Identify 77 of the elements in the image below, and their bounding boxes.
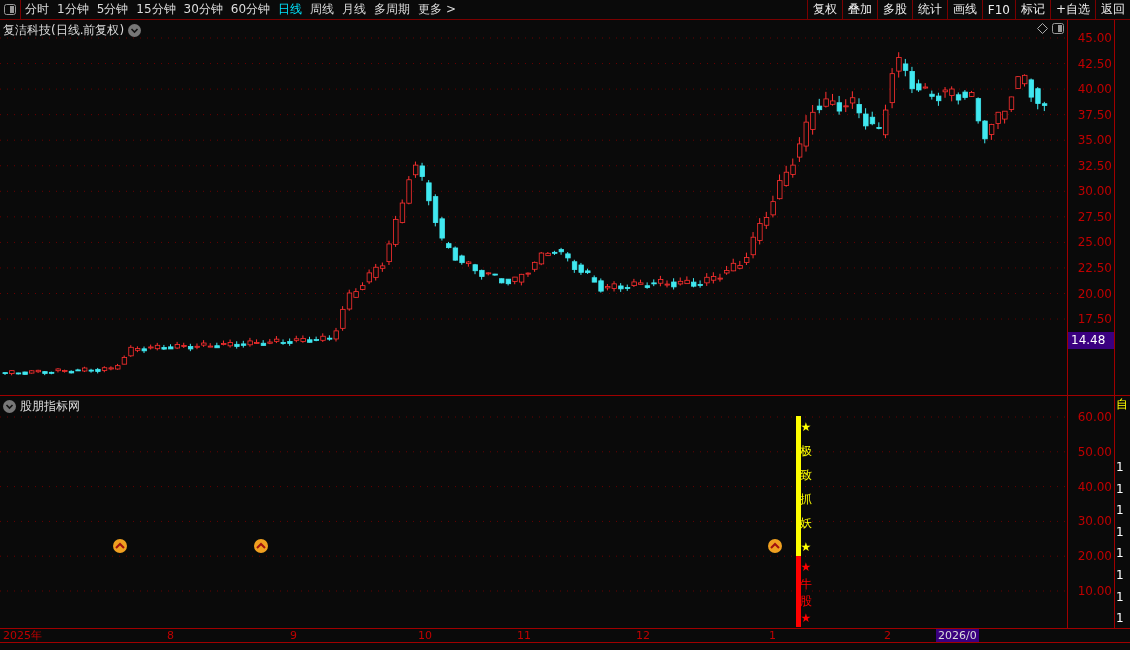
axis-label: 50.00 (1077, 444, 1112, 459)
toolbar-button[interactable]: 标记 (1014, 0, 1050, 19)
toolbar-button[interactable]: +自选 (1049, 0, 1095, 19)
period-tab[interactable]: 15分钟 (132, 0, 180, 19)
period-tab[interactable]: 分时 (21, 0, 53, 19)
period-tab[interactable]: 5分钟 (92, 0, 133, 19)
period-tab[interactable]: 多周期 (370, 0, 415, 19)
axis-label: 40.00 (1077, 82, 1112, 97)
signal-mark: ★ (799, 540, 813, 554)
side-value: 1 (1116, 589, 1124, 604)
diamond-icon[interactable] (1037, 23, 1048, 34)
period-tab[interactable]: 30分钟 (179, 0, 227, 19)
axis-label: 60.00 (1077, 410, 1112, 424)
axis-label: 45.00 (1077, 31, 1112, 45)
chart-title: 复洁科技(日线.前复权) (3, 22, 125, 39)
period-tab[interactable]: 1分钟 (53, 0, 93, 19)
side-value: 1 (1116, 460, 1124, 474)
date-label: 1 (769, 629, 776, 642)
axis-label: 22.50 (1077, 260, 1112, 275)
date-label: 9 (290, 629, 297, 642)
up-chevron-icon (768, 539, 782, 553)
axis-label: 20.00 (1077, 286, 1112, 301)
side-header: 自 (1116, 397, 1128, 411)
toolbar-button[interactable]: 统计 (911, 0, 947, 19)
signal-mark: 妖 (799, 516, 813, 530)
toolbar-button[interactable]: 画线 (946, 0, 982, 19)
signal-mark: ★ (799, 611, 813, 625)
axis-label: 25.00 (1077, 235, 1112, 250)
axis-label: 30.00 (1077, 514, 1112, 529)
date-label: 12 (636, 629, 650, 642)
toolbar-button[interactable]: 叠加 (841, 0, 877, 19)
signal-mark: 极 (799, 444, 813, 458)
signal-mark: 牛 (799, 577, 813, 591)
period-tab[interactable]: 更多 > (414, 0, 460, 19)
signal-mark: 抓 (799, 492, 813, 506)
date-label: 2 (884, 629, 891, 642)
axis-label: 40.00 (1077, 479, 1112, 494)
side-value: 1 (1116, 524, 1124, 539)
panel-toggle-icon[interactable] (1052, 23, 1064, 34)
period-tab[interactable]: 60分钟 (226, 0, 275, 19)
up-chevron-icon (254, 539, 268, 553)
date-label: 11 (517, 629, 531, 642)
signal-mark: ★ (799, 420, 813, 434)
signal-mark: ★ (799, 560, 813, 574)
axis-label: 37.50 (1077, 107, 1112, 122)
date-label: 10 (418, 629, 432, 642)
chevron-down-icon[interactable] (128, 24, 142, 37)
toolbar-button[interactable]: F10 (981, 0, 1015, 19)
date-label: 2025年 (3, 629, 42, 642)
current-date-label: 2026/0 (936, 629, 979, 642)
panel-toggle-icon[interactable] (4, 4, 16, 15)
date-label: 8 (167, 629, 174, 642)
last-price-label: 14.48 (1068, 332, 1114, 349)
axis-label: 10.00 (1077, 584, 1112, 598)
side-value: 1 (1116, 546, 1124, 561)
axis-label: 20.00 (1077, 549, 1112, 564)
side-value: 1 (1116, 481, 1124, 496)
toolbar-button[interactable]: 返回 (1095, 0, 1130, 19)
signal-mark: 股 (799, 594, 813, 608)
period-tab[interactable]: 日线 (274, 0, 307, 19)
axis-label: 32.50 (1077, 158, 1112, 173)
indicator-title: 股朋指标网 (20, 398, 80, 415)
toolbar-button[interactable]: 多股 (876, 0, 912, 19)
axis-label: 17.50 (1077, 312, 1112, 327)
toolbar-button[interactable]: 复权 (806, 0, 842, 19)
period-tab[interactable]: 周线 (306, 0, 339, 19)
side-value: 1 (1116, 611, 1124, 626)
axis-label: 27.50 (1077, 209, 1112, 224)
chevron-down-icon[interactable] (3, 400, 16, 413)
up-chevron-icon (113, 539, 127, 553)
side-value: 1 (1116, 568, 1124, 582)
side-value: 1 (1116, 503, 1124, 518)
signal-mark: 致 (799, 468, 813, 482)
period-tab[interactable]: 月线 (338, 0, 371, 19)
axis-label: 30.00 (1077, 184, 1112, 199)
axis-label: 42.50 (1077, 56, 1112, 71)
axis-label: 35.00 (1077, 133, 1112, 148)
